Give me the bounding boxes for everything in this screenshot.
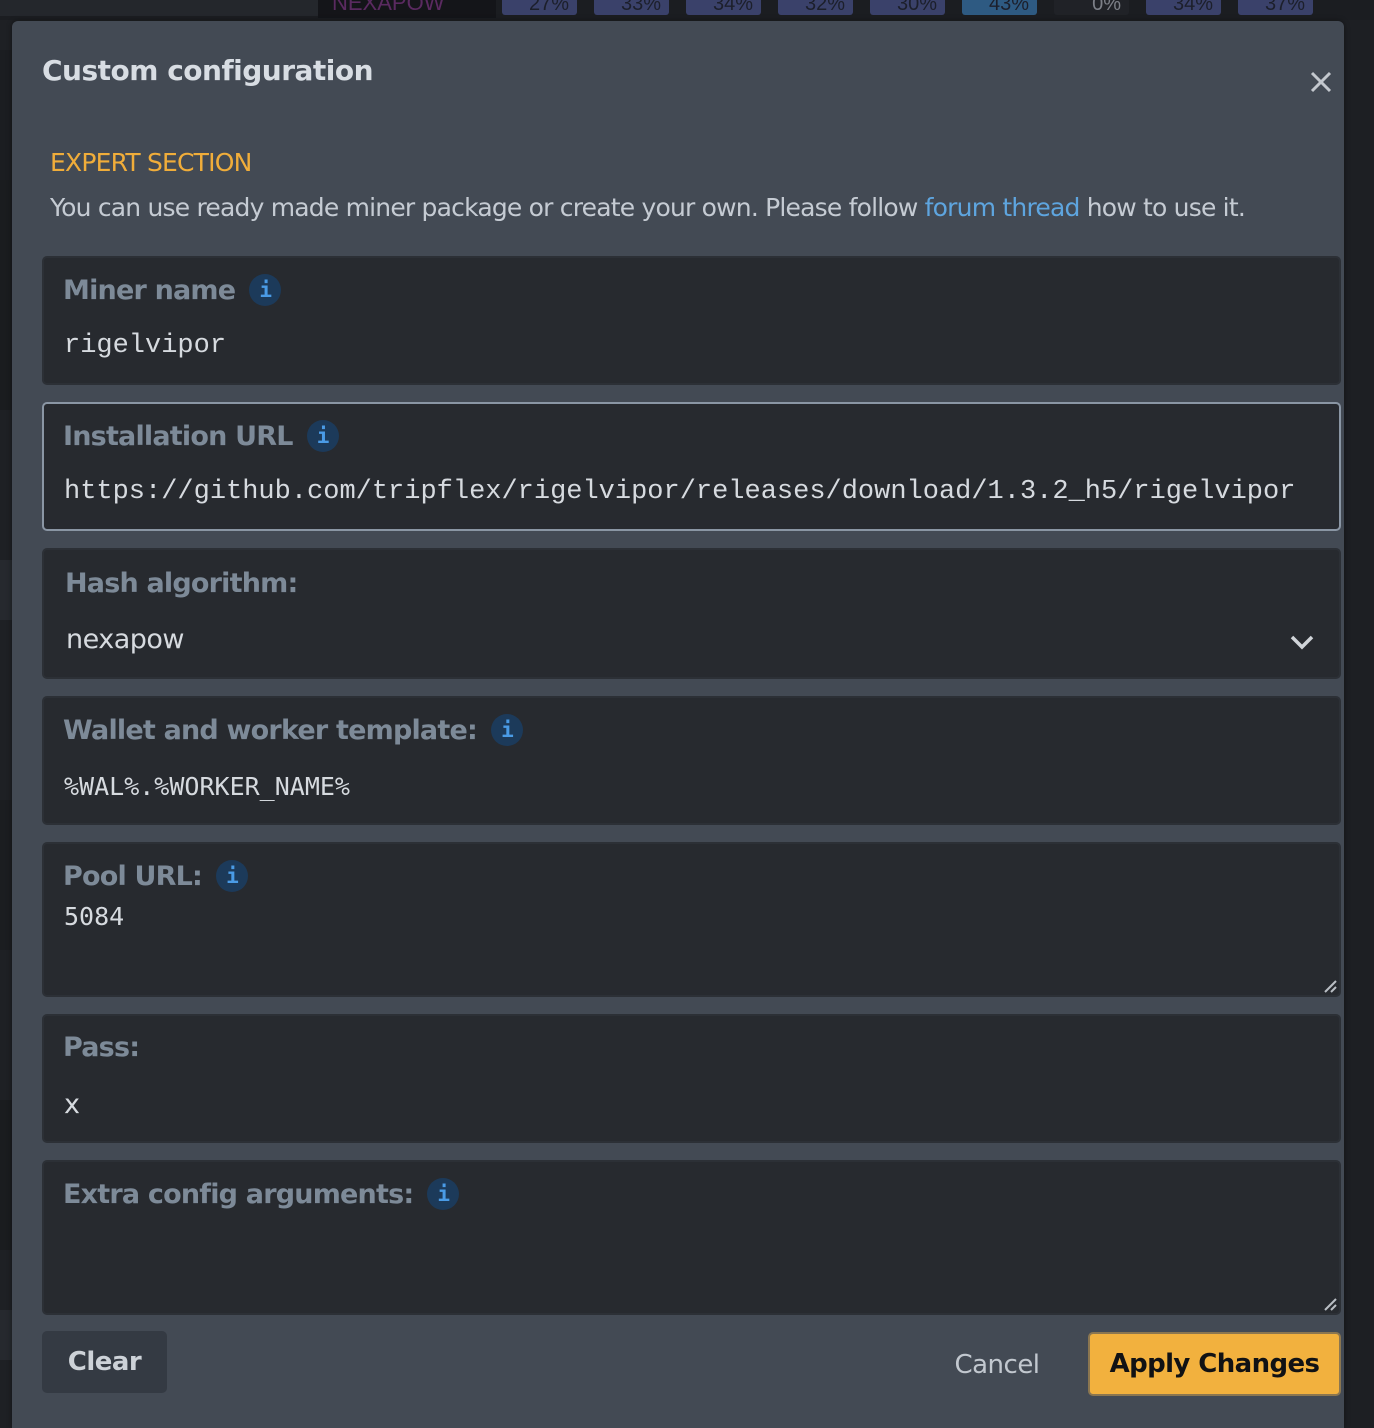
- background-percent-cell: 30%: [870, 0, 945, 15]
- miner-name-label: Miner name i: [63, 274, 282, 306]
- hash-algorithm-label: Hash algorithm:: [65, 568, 298, 599]
- extra-config-field: Extra config arguments: i: [42, 1160, 1341, 1315]
- extra-config-label: Extra config arguments: i: [63, 1178, 460, 1210]
- background-percent-cell: 34%: [686, 0, 761, 15]
- chevron-down-icon[interactable]: [1289, 634, 1315, 650]
- hash-algorithm-select[interactable]: nexapow: [66, 624, 1319, 660]
- description-text: You can use ready made miner package or …: [50, 193, 925, 222]
- installation-url-input[interactable]: [64, 474, 1319, 510]
- background-percent-cell: 43%: [962, 0, 1037, 15]
- info-icon[interactable]: i: [306, 420, 339, 452]
- background-percent-cell: 0%: [1054, 0, 1129, 15]
- background-percent-cell: 37%: [1238, 0, 1313, 15]
- label-text: Extra config arguments:: [63, 1178, 414, 1210]
- pool-url-label: Pool URL: i: [63, 860, 249, 892]
- cancel-button[interactable]: Cancel: [932, 1337, 1062, 1393]
- info-icon[interactable]: i: [490, 714, 523, 746]
- description-text: how to use it.: [1079, 193, 1246, 222]
- background-percent-cell: 33%: [594, 0, 669, 15]
- resize-handle-icon[interactable]: [1323, 1297, 1337, 1311]
- pass-label: Pass:: [63, 1032, 140, 1063]
- label-text: Miner name: [63, 274, 236, 306]
- wallet-template-label: Wallet and worker template: i: [63, 714, 523, 746]
- expert-section-description: You can use ready made miner package or …: [50, 193, 1246, 222]
- info-icon[interactable]: i: [249, 274, 282, 306]
- installation-url-field: Installation URL i: [42, 402, 1341, 531]
- apply-changes-button[interactable]: Apply Changes: [1088, 1332, 1341, 1396]
- forum-thread-link[interactable]: forum thread: [925, 193, 1081, 222]
- miner-name-input[interactable]: [64, 328, 1319, 364]
- pass-field: Pass:: [42, 1014, 1341, 1143]
- close-icon: [1310, 71, 1332, 93]
- background-sidebar: [0, 20, 12, 1428]
- pass-input[interactable]: [64, 1086, 1319, 1122]
- label-text: Installation URL: [63, 420, 293, 452]
- modal-title: Custom configuration: [42, 54, 374, 87]
- resize-handle-icon[interactable]: [1323, 979, 1337, 993]
- custom-config-modal: Custom configuration EXPERT SECTION You …: [12, 21, 1344, 1428]
- label-text: Pool URL:: [63, 860, 203, 892]
- close-button[interactable]: [1305, 66, 1337, 98]
- background-panel: [0, 0, 318, 16]
- label-text: Wallet and worker template:: [63, 714, 478, 746]
- info-icon[interactable]: i: [216, 860, 249, 892]
- miner-name-field: Miner name i: [42, 256, 1341, 385]
- expert-section-title: EXPERT SECTION: [50, 148, 252, 177]
- pool-url-field: Pool URL: i 5084: [42, 842, 1341, 997]
- background-percent-cell: 32%: [778, 0, 853, 15]
- wallet-template-input[interactable]: [64, 768, 1319, 804]
- clear-button[interactable]: Clear: [42, 1331, 167, 1393]
- installation-url-label: Installation URL i: [63, 420, 339, 452]
- hash-algorithm-field[interactable]: Hash algorithm: nexapow: [42, 548, 1341, 679]
- background-algo-label: NEXAPOW: [318, 0, 496, 18]
- info-icon[interactable]: i: [427, 1178, 460, 1210]
- background-percent-cell: 27%: [502, 0, 577, 15]
- background-table-header: NEXAPOW 27% 33% 34% 32% 30% 43% 0% 34% 3…: [0, 0, 1374, 20]
- background-percent-cell: 34%: [1146, 0, 1221, 15]
- wallet-template-field: Wallet and worker template: i: [42, 696, 1341, 825]
- pool-url-textarea[interactable]: 5084: [64, 902, 1319, 982]
- extra-config-textarea[interactable]: [64, 1220, 1319, 1300]
